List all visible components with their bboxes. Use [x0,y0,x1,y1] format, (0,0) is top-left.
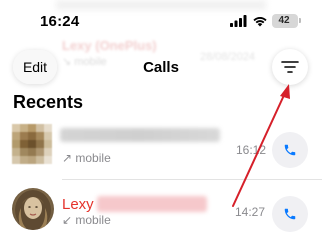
avatar [12,188,54,230]
contact-name-missed: Lexy [62,196,94,213]
call-row[interactable]: ↗ mobile 16:12 [0,118,322,176]
contact-surname-redacted [97,196,207,212]
phone-icon [284,144,296,156]
call-back-button[interactable] [272,132,308,168]
call-time: 14:27 [235,205,266,219]
call-row[interactable]: Lexy ↙ mobile 14:27 [0,182,322,240]
phone-icon [284,208,296,220]
filter-lines-icon [281,61,299,73]
call-back-button[interactable] [272,196,308,232]
status-time: 16:24 [40,13,80,30]
section-title-recents: Recents [13,92,84,112]
call-type: ↗ mobile [62,151,111,165]
cellular-signal-icon [230,15,247,27]
row-divider [62,179,322,180]
contact-photo [15,190,51,230]
battery-icon: 42 [272,14,301,28]
filter-button[interactable] [272,49,308,85]
battery-tip [299,18,301,23]
wifi-icon [253,17,267,27]
status-bar: 16:24 42 [0,0,322,40]
battery-level: 42 [278,15,290,26]
call-time: 16:12 [236,143,267,157]
contact-name-redacted [60,128,220,142]
avatar [12,124,52,164]
call-type: ↙ mobile [62,213,111,227]
navigation-bar: Edit Calls [0,40,322,94]
